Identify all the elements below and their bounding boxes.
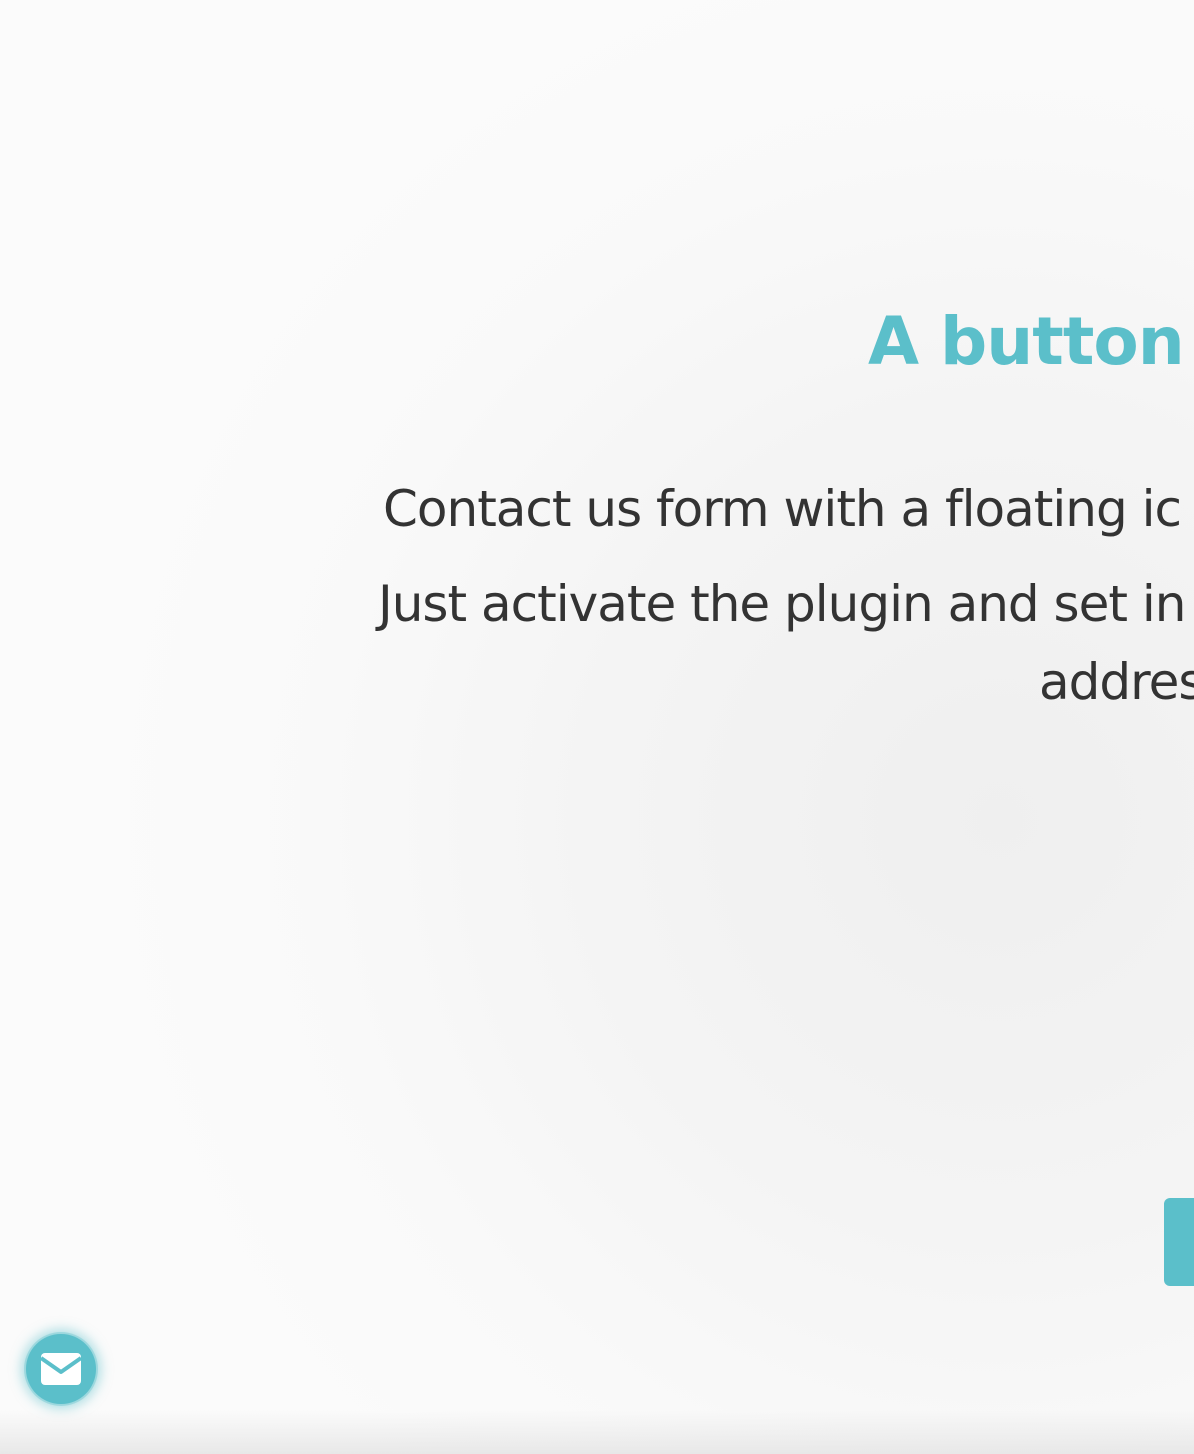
cta-button[interactable] [1164, 1198, 1194, 1286]
hero-paragraph-line-3: addres [1039, 653, 1194, 711]
bottom-edge-shadow [0, 1410, 1194, 1454]
hero-headline: A button t [868, 303, 1194, 380]
floating-contact-button[interactable] [26, 1334, 96, 1404]
hero-section: A button t Contact us form with a floati… [0, 0, 1194, 1454]
envelope-icon [40, 1352, 82, 1386]
hero-paragraph-line-1: Contact us form with a floating ic [383, 480, 1182, 538]
hero-paragraph-line-2: Just activate the plugin and set in [378, 575, 1186, 633]
